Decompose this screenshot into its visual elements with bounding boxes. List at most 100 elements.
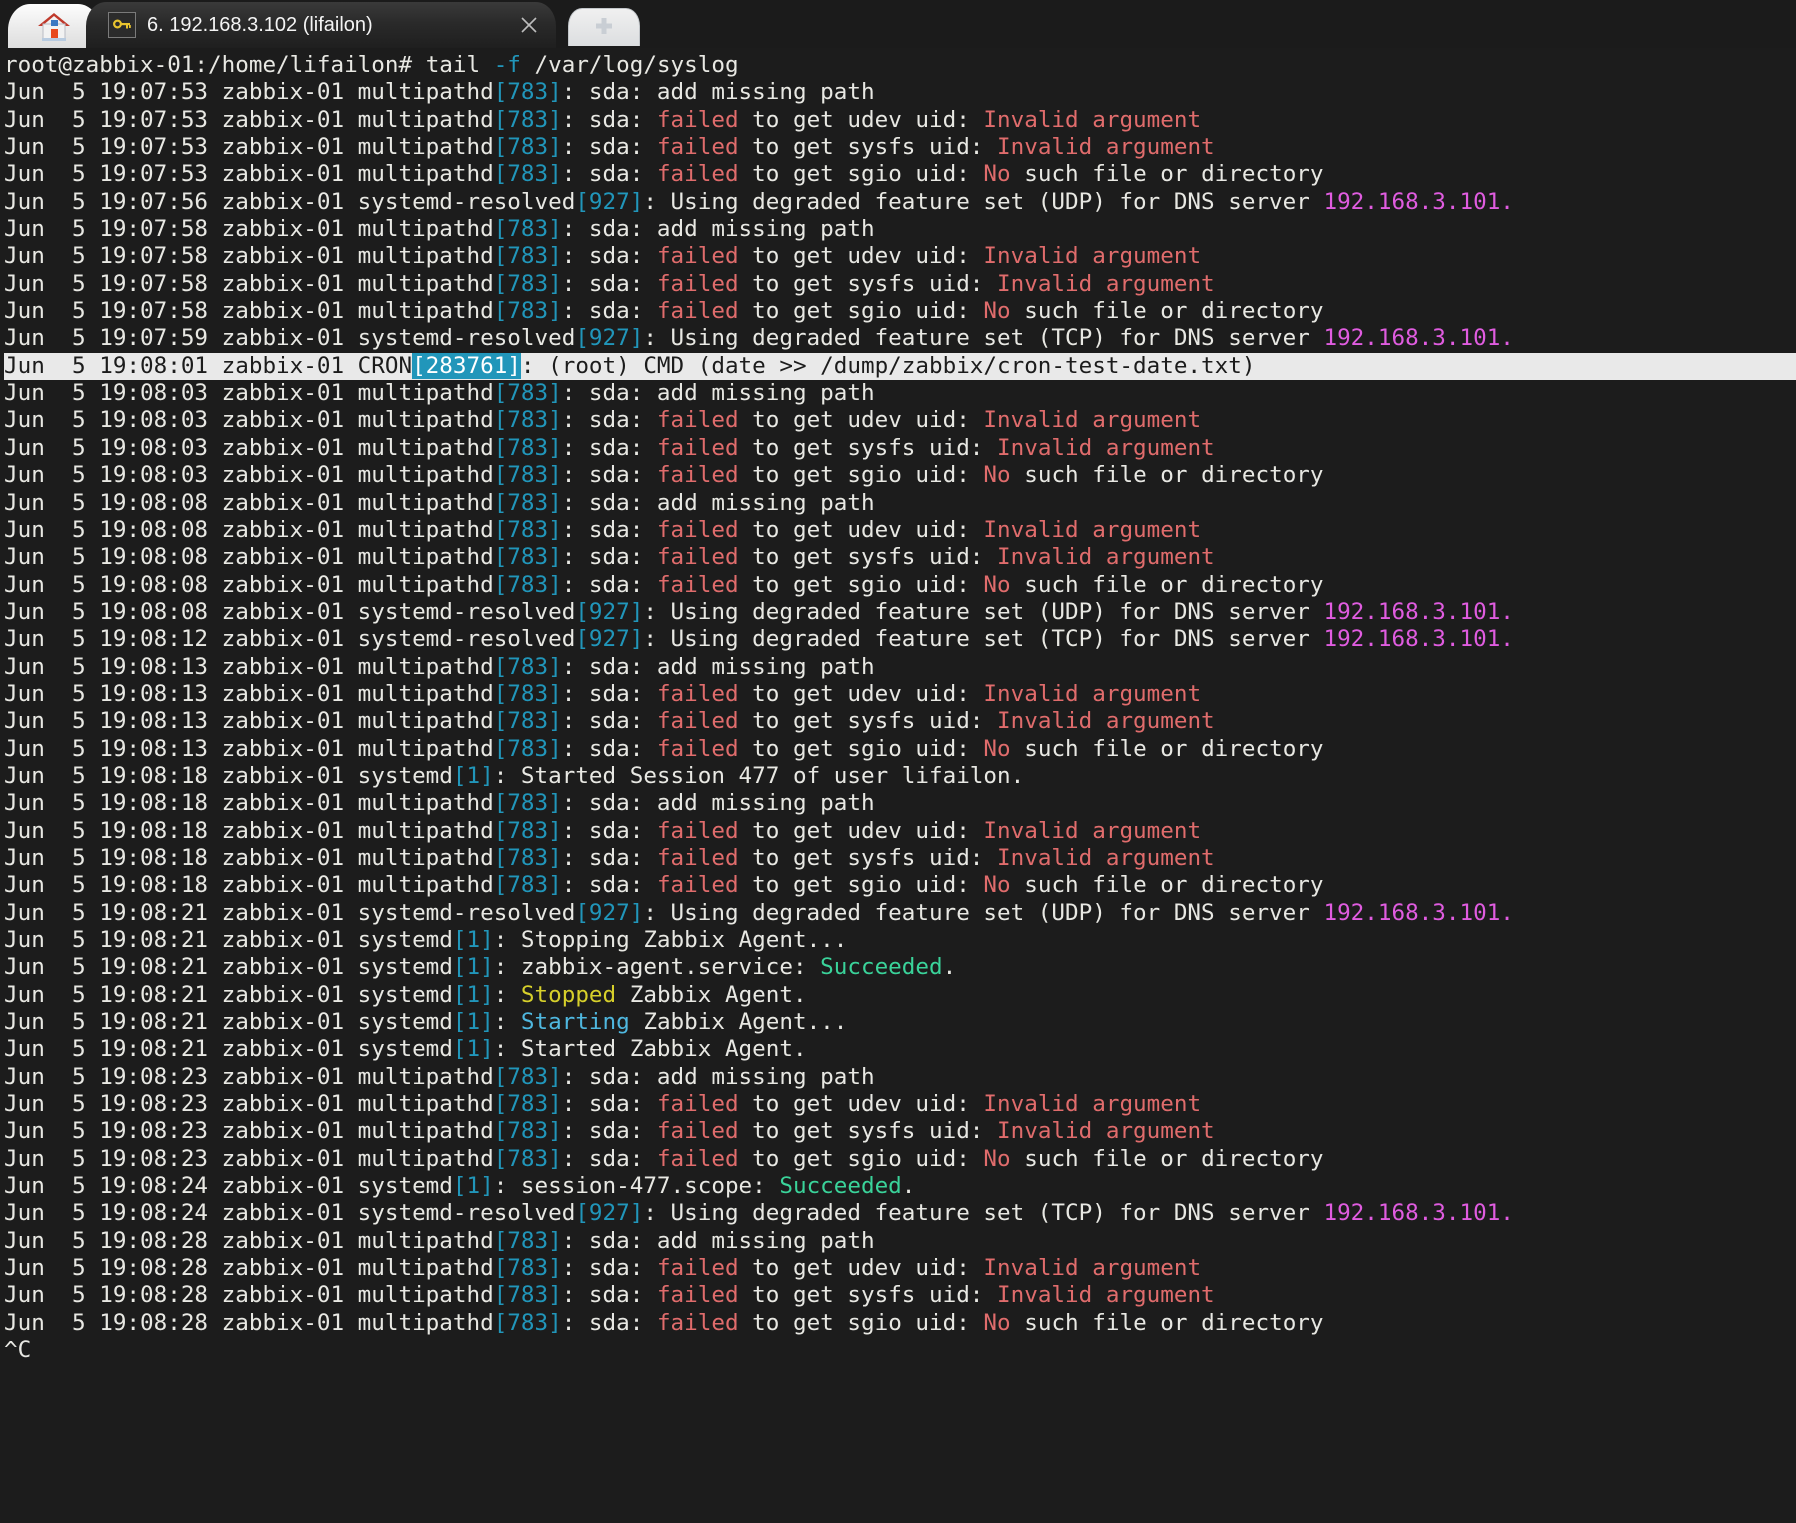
log-text: : sda: add missing path: [561, 790, 875, 817]
log-text: failed: [656, 407, 739, 434]
close-icon[interactable]: [516, 12, 542, 38]
log-line: Jun 5 19:08:08 zabbix-01 multipathd[783]…: [4, 490, 1796, 517]
process-id: [1]: [452, 981, 494, 1008]
log-text: Invalid argument: [997, 844, 1215, 871]
log-text: Jun 5 19:08:21 zabbix-01 systemd: [4, 1036, 453, 1063]
log-text: Jun 5 19:08:28 zabbix-01 multipathd: [4, 1309, 494, 1336]
log-line-selected: Jun 5 19:08:01 zabbix-01 CRON[283761]: (…: [4, 352, 1796, 381]
log-text: to get sgio uid:: [738, 161, 984, 188]
log-text: failed: [656, 1255, 739, 1282]
log-text: Jun 5 19:07:53 zabbix-01 multipathd: [4, 106, 494, 133]
log-text: Jun 5 19:08:18 zabbix-01 multipathd: [4, 817, 494, 844]
log-text: : sda:: [561, 1282, 657, 1309]
log-text: Succeeded: [820, 954, 943, 981]
log-text: Jun 5 19:08:08 zabbix-01 multipathd: [4, 544, 494, 571]
terminal-pane[interactable]: root@zabbix-01:/home/lifailon# tail -f /…: [0, 48, 1796, 1523]
log-text: Jun 5 19:07:53 zabbix-01 multipathd: [4, 134, 494, 161]
log-text: failed: [656, 134, 739, 161]
process-id: [783]: [493, 106, 562, 133]
log-text: failed: [656, 1282, 739, 1309]
process-id: [783]: [493, 79, 562, 106]
log-text: to get sgio uid:: [738, 298, 984, 325]
prompt-command: tail: [425, 52, 494, 78]
process-id: [783]: [493, 434, 562, 461]
log-text: : sda:: [561, 735, 657, 762]
log-text: Jun 5 19:08:23 zabbix-01 multipathd: [4, 1091, 494, 1118]
log-line: Jun 5 19:07:59 zabbix-01 systemd-resolve…: [4, 325, 1796, 352]
log-text: to get udev uid:: [738, 106, 984, 133]
log-text: Jun 5 19:08:03 zabbix-01 multipathd: [4, 380, 494, 407]
session-tab[interactable]: 6. 192.168.3.102 (lifailon): [86, 2, 556, 48]
log-text: to get udev uid:: [738, 680, 984, 707]
process-id: [783]: [493, 1145, 562, 1172]
log-text: Jun 5 19:08:08 zabbix-01 multipathd: [4, 489, 494, 516]
process-id: [783]: [493, 571, 562, 598]
process-id: [783]: [493, 270, 562, 297]
log-line: Jun 5 19:08:28 zabbix-01 multipathd[783]…: [4, 1282, 1796, 1309]
log-line: Jun 5 19:07:53 zabbix-01 multipathd[783]…: [4, 161, 1796, 188]
log-text: : Using degraded feature set (UDP) for D…: [643, 598, 1324, 625]
log-line: Jun 5 19:08:08 zabbix-01 multipathd[783]…: [4, 544, 1796, 571]
log-line: Jun 5 19:07:58 zabbix-01 multipathd[783]…: [4, 298, 1796, 325]
log-text: : sda:: [561, 516, 657, 543]
process-id: [783]: [493, 380, 562, 407]
log-text: : Started Zabbix Agent.: [493, 1036, 807, 1063]
process-id: [1]: [452, 762, 494, 789]
log-text: failed: [656, 708, 739, 735]
log-text: Jun 5 19:08:18 zabbix-01 systemd: [4, 762, 453, 789]
log-line: Jun 5 19:08:18 zabbix-01 systemd[1]: Sta…: [4, 763, 1796, 790]
log-text: Jun 5 19:08:23 zabbix-01 multipathd: [4, 1118, 494, 1145]
process-id: [1]: [452, 1173, 494, 1200]
log-text: Jun 5 19:07:53 zabbix-01 multipathd: [4, 79, 494, 106]
log-text: : sda:: [561, 872, 657, 899]
log-line: Jun 5 19:08:18 zabbix-01 multipathd[783]…: [4, 845, 1796, 872]
process-id: [783]: [493, 1282, 562, 1309]
log-text: Invalid argument: [983, 680, 1202, 707]
log-text: : sda:: [561, 161, 657, 188]
log-text: such file or directory: [1010, 462, 1324, 489]
log-text: Jun 5 19:07:59 zabbix-01 systemd-resolve…: [4, 325, 576, 352]
key-icon: [108, 12, 136, 38]
log-text: failed: [656, 516, 739, 543]
log-text: Jun 5 19:08:03 zabbix-01 multipathd: [4, 434, 494, 461]
new-tab-button[interactable]: [568, 8, 640, 46]
log-text: Succeeded: [779, 1173, 902, 1200]
log-text: to get sysfs uid:: [738, 1282, 998, 1309]
log-text: Jun 5 19:08:24 zabbix-01 systemd: [4, 1173, 453, 1200]
process-id: [783]: [493, 243, 562, 270]
log-text: : sda: add missing path: [561, 653, 875, 680]
log-text: to get sgio uid:: [738, 571, 984, 598]
log-line: Jun 5 19:08:23 zabbix-01 multipathd[783]…: [4, 1064, 1796, 1091]
log-text: to get sysfs uid:: [738, 708, 998, 735]
log-text: 192.168.3.101.: [1323, 899, 1514, 926]
prompt-user-host-path: root@zabbix-01:/home/lifailon#: [4, 52, 426, 78]
log-text: 192.168.3.101.: [1323, 325, 1514, 352]
process-id: [783]: [493, 735, 562, 762]
log-text: to get sysfs uid:: [738, 270, 998, 297]
log-text: to get sgio uid:: [738, 735, 984, 762]
terminal-output: root@zabbix-01:/home/lifailon# tail -f /…: [0, 48, 1796, 1365]
log-text: Jun 5 19:08:21 zabbix-01 systemd-resolve…: [4, 899, 576, 926]
process-id: [1]: [452, 954, 494, 981]
home-icon: [37, 10, 71, 42]
log-text: Jun 5 19:07:58 zabbix-01 multipathd: [4, 216, 494, 243]
log-text: to get sgio uid:: [738, 462, 984, 489]
log-line: Jun 5 19:08:13 zabbix-01 multipathd[783]…: [4, 681, 1796, 708]
log-text: failed: [656, 872, 739, 899]
process-id: [783]: [493, 134, 562, 161]
log-text: : sda:: [561, 1118, 657, 1145]
log-text: Invalid argument: [983, 1255, 1202, 1282]
log-text: 192.168.3.101.: [1323, 598, 1514, 625]
log-text: Jun 5 19:08:24 zabbix-01 systemd-resolve…: [4, 1200, 576, 1227]
log-text: :: [493, 1009, 521, 1036]
process-id: [927]: [575, 325, 644, 352]
log-text: Invalid argument: [983, 407, 1202, 434]
process-id: [283761]: [412, 352, 521, 379]
log-text: : Using degraded feature set (UDP) for D…: [643, 188, 1324, 215]
log-text: : sda:: [561, 434, 657, 461]
process-id: [783]: [493, 161, 562, 188]
log-text: : sda:: [561, 298, 657, 325]
log-text: Jun 5 19:08:28 zabbix-01 multipathd: [4, 1282, 494, 1309]
tab-bar: 6. 192.168.3.102 (lifailon): [0, 0, 1796, 48]
log-text: Jun 5 19:08:21 zabbix-01 systemd: [4, 954, 453, 981]
